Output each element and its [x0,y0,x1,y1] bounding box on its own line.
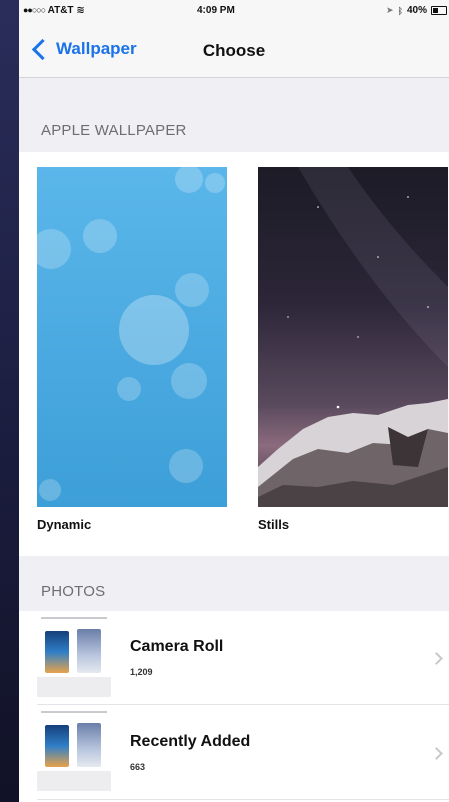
phone-thumbnail-image [77,723,101,767]
dynamic-label: Dynamic [37,517,92,532]
dynamic-wallpaper-thumbnail[interactable] [37,167,227,507]
phone-thumbnail-image [77,629,101,673]
battery-percent: 40% [406,5,427,16]
bubble-decoration [175,273,209,307]
bubble-decoration [83,219,117,253]
status-bar: ●●○○○ AT&T ≋ 4:09 PM ➤ ᛒ 40% [19,0,449,22]
carrier-indicator: ●●○○○ AT&T ≋ [23,5,85,16]
row-divider [37,799,449,800]
chevron-right-icon [430,652,443,665]
album-title: Camera Roll [130,638,224,655]
bubble-decoration [37,229,71,269]
album-row-camera-roll[interactable]: Camera Roll 1,209 [19,611,449,704]
page-title: Choose [202,41,266,60]
wifi-icon: ≋ [76,5,85,16]
thumbnail-base [37,677,111,697]
bubble-decoration [171,363,207,399]
navigation-bar: Wallpaper Choose [19,22,449,78]
status-time: 4:09 PM [197,5,235,16]
location-icon: ➤ [386,5,394,15]
album-count: 1,209 [130,667,153,677]
bubble-decoration [119,295,189,365]
battery-icon [431,6,447,15]
wallpaper-choose-screen: ●●○○○ AT&T ≋ 4:09 PM ➤ ᛒ 40% Wallpaper C… [19,0,449,802]
phone-thumbnail-image [45,631,69,673]
thumbnail-base [37,771,111,791]
thumbnail-edge [41,711,107,713]
status-right: ➤ ᛒ 40% [386,5,447,16]
album-row-recently-added[interactable]: Recently Added 663 [19,705,449,798]
bubble-decoration [169,449,203,483]
stills-label: Stills [258,517,290,532]
bluetooth-icon: ᛒ [397,5,403,16]
chevron-right-icon [430,747,443,760]
album-thumbnail [37,711,111,791]
carrier-label: AT&T [47,5,74,16]
mountain-night-image [258,167,448,507]
album-thumbnail [37,617,111,697]
bubble-decoration [175,167,203,193]
apple-wallpaper-panel: Dynamic Stills [19,152,449,556]
stills-wallpaper-thumbnail[interactable] [258,167,448,507]
section-header-apple-wallpaper: APPLE WALLPAPER [41,122,187,139]
section-header-photos: PHOTOS [41,583,106,600]
album-title: Recently Added [130,733,251,750]
bubble-decoration [117,377,141,401]
album-count: 663 [130,762,146,772]
phone-thumbnail-image [45,725,69,767]
thumbnail-edge [41,617,107,619]
bubble-decoration [39,479,61,501]
bubble-decoration [205,173,225,193]
photos-panel: Camera Roll 1,209 Recently Added 663 [19,611,449,802]
signal-icon: ●●○○○ [23,5,46,15]
